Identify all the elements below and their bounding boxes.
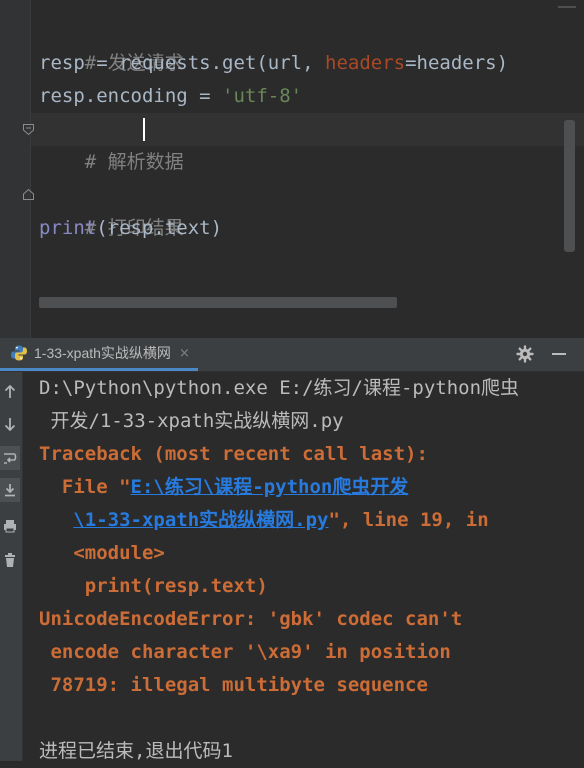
error-message-wrap-1: encode character '\xa9' in position xyxy=(39,641,451,663)
code-line-3[interactable]: resp.encoding = 'utf-8' xyxy=(39,80,302,113)
traceback-file-line-wrap: \1-33-xpath实战纵横网.py", line 19, in xyxy=(39,504,489,537)
command-line: D:\Python\python.exe E:/练习/课程-python爬虫 xyxy=(39,377,520,399)
file-link[interactable]: E:\练习\课程-python爬虫开发 xyxy=(131,476,409,498)
fold-marker-icon[interactable] xyxy=(22,123,35,136)
traceback-header: Traceback (most recent call last): xyxy=(39,443,428,465)
code-line-1[interactable]: # 发送请求 xyxy=(39,14,184,74)
fold-end-marker-icon[interactable] xyxy=(22,188,35,201)
process-exit-line: 进程已结束,退出代码1 xyxy=(39,740,233,762)
run-tool-window-header: 1-33-xpath实战纵横网 × xyxy=(0,338,584,372)
arrow-up-icon[interactable] xyxy=(0,380,20,404)
soft-wrap-icon[interactable] xyxy=(0,446,20,470)
code-line-5[interactable]: # 打印结果 xyxy=(39,179,184,239)
file-prefix: File " xyxy=(39,476,131,498)
code-line-2[interactable]: resp = requests.get(url, headers=headers… xyxy=(39,47,508,80)
operator: = xyxy=(84,52,120,74)
close-icon[interactable]: × xyxy=(179,346,190,361)
call-args: (resp.text) xyxy=(96,217,223,239)
operator: = xyxy=(187,85,223,107)
minimize-icon[interactable] xyxy=(548,343,570,365)
vertical-scrollbar[interactable] xyxy=(564,120,575,252)
run-tab-label: 1-33-xpath实战纵横网 xyxy=(34,345,171,361)
call-rest: =headers) xyxy=(405,52,509,74)
traceback-module: <module> xyxy=(39,542,165,564)
run-toolbar xyxy=(0,372,23,761)
string-literal: 'utf-8' xyxy=(222,85,303,107)
code-line-4[interactable]: # 解析数据 xyxy=(39,113,184,173)
scroll-marker xyxy=(558,6,576,8)
gear-icon[interactable] xyxy=(514,343,536,365)
traceback-file-line: File "E:\练习\课程-python爬虫开发 xyxy=(39,471,408,504)
command-line-wrap: 开发/1-33-xpath实战纵横网.py xyxy=(39,410,344,432)
identifier: resp xyxy=(39,52,85,74)
horizontal-scrollbar[interactable] xyxy=(39,297,397,308)
print-icon[interactable] xyxy=(0,514,20,538)
python-icon xyxy=(11,345,27,361)
call: requests.get(url, xyxy=(119,52,325,74)
code-line-6[interactable]: print(resp.text) xyxy=(39,212,222,245)
arrow-down-icon[interactable] xyxy=(0,412,20,436)
scroll-to-end-icon[interactable] xyxy=(0,478,20,502)
error-message-wrap-2: 78719: illegal multibyte sequence xyxy=(39,674,428,696)
keyword-arg: headers xyxy=(325,52,406,74)
run-tab[interactable]: 1-33-xpath实战纵横网 × xyxy=(0,338,198,371)
editor-gutter xyxy=(0,0,31,338)
traceback-code: print(resp.text) xyxy=(39,575,268,597)
trash-icon[interactable] xyxy=(0,548,20,572)
text-caret xyxy=(143,118,145,141)
file-link-continued[interactable]: \1-33-xpath实战纵横网.py xyxy=(73,509,328,531)
error-message: UnicodeEncodeError: 'gbk' codec can't xyxy=(39,608,463,630)
code-editor[interactable]: # 发送请求 resp = requests.get(url, headers=… xyxy=(0,0,584,338)
console-output[interactable]: D:\Python\python.exe E:/练习/课程-python爬虫 开… xyxy=(23,372,584,762)
file-suffix: ", line 19, in xyxy=(328,509,489,531)
builtin-function: print xyxy=(39,217,97,239)
identifier: resp.encoding xyxy=(39,85,188,107)
comment: # 解析数据 xyxy=(84,151,184,173)
